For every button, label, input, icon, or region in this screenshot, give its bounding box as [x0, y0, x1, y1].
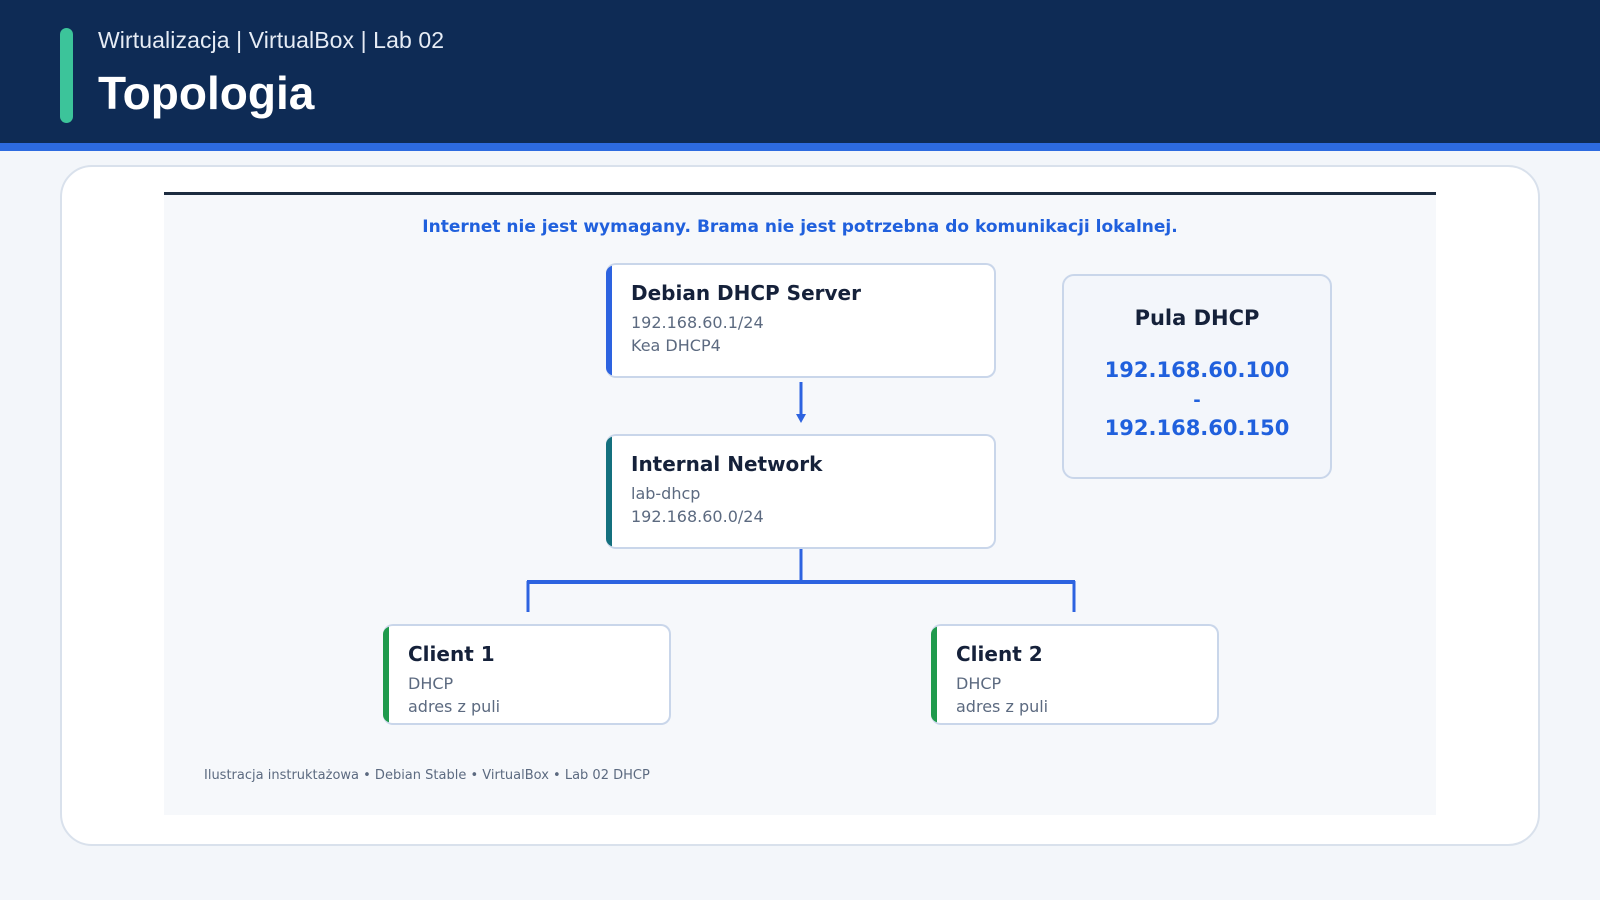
node-client-2: Client 2 DHCP adres z puli: [931, 624, 1219, 725]
arrow-head: [796, 414, 806, 423]
node-dhcp-server: Debian DHCP Server 192.168.60.1/24 Kea D…: [606, 263, 996, 378]
node-detail: adres z puli: [956, 697, 1049, 716]
node-detail: adres z puli: [408, 697, 501, 716]
pool-range-separator: -: [1193, 390, 1201, 411]
page-subtitle: Wirtualizacja | VirtualBox | Lab 02: [98, 27, 445, 53]
dhcp-pool-box: Pula DHCP 192.168.60.100 - 192.168.60.15…: [1062, 274, 1332, 479]
pool-range-start: 192.168.60.100: [1104, 358, 1290, 382]
node-title: Internal Network: [631, 452, 823, 476]
node-detail: DHCP: [956, 674, 1002, 693]
node-detail: 192.168.60.1/24: [631, 313, 764, 332]
node-accent-stripe: [931, 626, 937, 723]
node-client-1: Client 1 DHCP adres z puli: [383, 624, 671, 725]
header: Wirtualizacja | VirtualBox | Lab 02 Topo…: [0, 0, 1600, 143]
node-detail: Kea DHCP4: [631, 336, 721, 355]
node-detail: 192.168.60.0/24: [631, 507, 764, 526]
node-title: Client 1: [408, 642, 495, 666]
page-title: Topologia: [98, 67, 315, 119]
node-detail: lab-dhcp: [631, 484, 701, 503]
node-internal-network: Internal Network lab-dhcp 192.168.60.0/2…: [606, 434, 996, 549]
node-title: Client 2: [956, 642, 1043, 666]
node-title: Debian DHCP Server: [631, 281, 861, 305]
header-accent-marker: [60, 28, 73, 123]
node-detail: DHCP: [408, 674, 454, 693]
node-accent-stripe: [606, 265, 612, 376]
topology-diagram: Internet nie jest wymagany. Brama nie je…: [164, 192, 1436, 815]
diagram-caption: Ilustracja instruktażowa • Debian Stable…: [204, 768, 650, 783]
pool-range-end: 192.168.60.150: [1104, 416, 1290, 440]
node-accent-stripe: [383, 626, 389, 723]
pool-title: Pula DHCP: [1134, 306, 1260, 330]
node-accent-stripe: [606, 436, 612, 547]
header-divider: [0, 143, 1600, 151]
